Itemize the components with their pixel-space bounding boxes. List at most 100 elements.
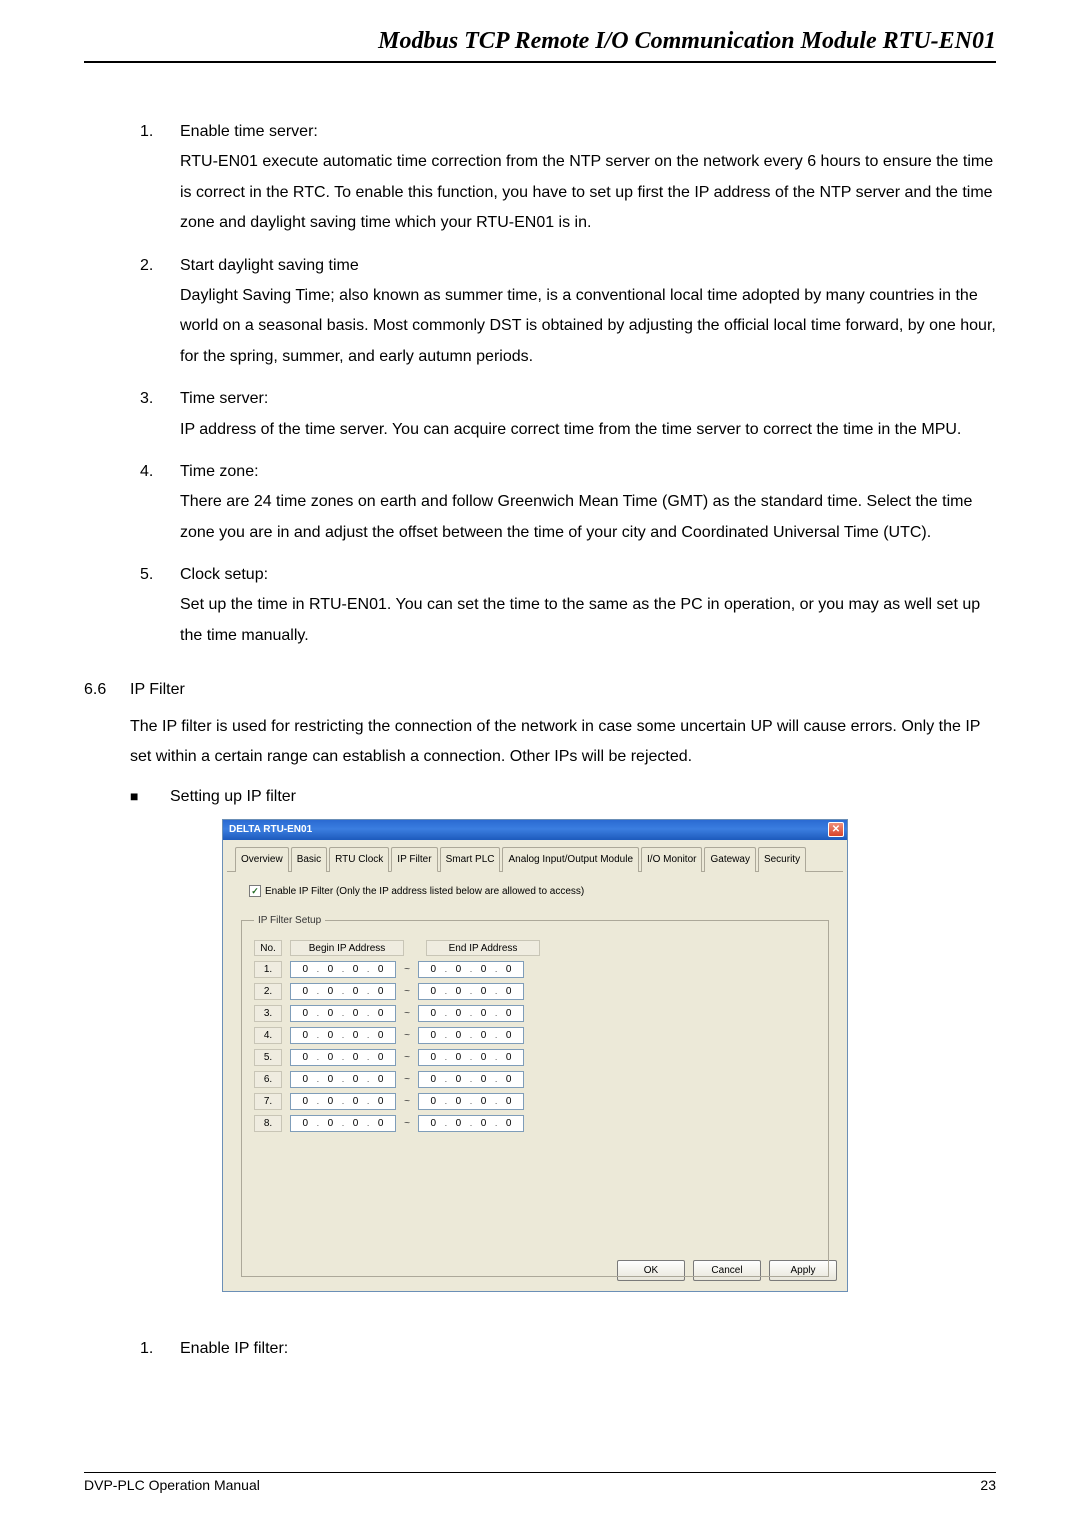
ip-octet[interactable]: 0	[321, 1114, 339, 1133]
ip-octet[interactable]: 0	[296, 960, 314, 979]
ip-octet[interactable]: 0	[347, 1004, 365, 1023]
ip-begin-field[interactable]: 0.0.0.0	[290, 1005, 396, 1022]
ip-octet[interactable]: 0	[475, 1114, 493, 1133]
dot: .	[342, 1093, 345, 1110]
tab-overview[interactable]: Overview	[235, 847, 289, 872]
ip-end-field[interactable]: 0.0.0.0	[418, 983, 524, 1000]
titlebar[interactable]: DELTA RTU-EN01 ✕	[223, 820, 847, 840]
ip-octet[interactable]: 0	[500, 960, 518, 979]
ip-octet[interactable]: 0	[296, 982, 314, 1001]
ip-octet[interactable]: 0	[347, 1092, 365, 1111]
ip-octet[interactable]: 0	[449, 1092, 467, 1111]
ip-end-field[interactable]: 0.0.0.0	[418, 1115, 524, 1132]
ip-octet[interactable]: 0	[296, 1048, 314, 1067]
ip-octet[interactable]: 0	[449, 1048, 467, 1067]
ip-begin-field[interactable]: 0.0.0.0	[290, 1093, 396, 1110]
ip-octet[interactable]: 0	[372, 1070, 390, 1089]
ip-octet[interactable]: 0	[475, 1026, 493, 1045]
ip-octet[interactable]: 0	[372, 1026, 390, 1045]
fieldset-legend: IP Filter Setup	[254, 911, 325, 930]
ip-octet[interactable]: 0	[296, 1114, 314, 1133]
ip-octet[interactable]: 0	[500, 1092, 518, 1111]
ip-end-field[interactable]: 0.0.0.0	[418, 1071, 524, 1088]
ip-octet[interactable]: 0	[372, 1048, 390, 1067]
ip-octet[interactable]: 0	[424, 1026, 442, 1045]
ip-octet[interactable]: 0	[372, 982, 390, 1001]
ip-octet[interactable]: 0	[424, 982, 442, 1001]
ip-octet[interactable]: 0	[296, 1004, 314, 1023]
ip-octet[interactable]: 0	[500, 1070, 518, 1089]
ip-octet[interactable]: 0	[424, 960, 442, 979]
bullet-text: Setting up IP filter	[170, 782, 296, 812]
ip-octet[interactable]: 0	[449, 1004, 467, 1023]
ip-octet[interactable]: 0	[296, 1092, 314, 1111]
dot: .	[495, 1005, 498, 1022]
ip-octet[interactable]: 0	[424, 1114, 442, 1133]
ip-end-field[interactable]: 0.0.0.0	[418, 1093, 524, 1110]
ip-octet[interactable]: 0	[321, 982, 339, 1001]
ip-octet[interactable]: 0	[500, 982, 518, 1001]
ip-octet[interactable]: 0	[296, 1026, 314, 1045]
ip-octet[interactable]: 0	[321, 1070, 339, 1089]
ip-end-field[interactable]: 0.0.0.0	[418, 1027, 524, 1044]
ip-octet[interactable]: 0	[449, 1026, 467, 1045]
ip-octet[interactable]: 0	[475, 1092, 493, 1111]
tab-ip-filter[interactable]: IP Filter	[391, 847, 437, 872]
ip-octet[interactable]: 0	[347, 982, 365, 1001]
ip-octet[interactable]: 0	[500, 1026, 518, 1045]
ip-end-field[interactable]: 0.0.0.0	[418, 961, 524, 978]
dot: .	[495, 1071, 498, 1088]
ip-octet[interactable]: 0	[347, 1026, 365, 1045]
list-item-number: 4.	[140, 457, 180, 548]
ip-octet[interactable]: 0	[500, 1114, 518, 1133]
tab-gateway[interactable]: Gateway	[704, 847, 755, 872]
ip-octet[interactable]: 0	[372, 1004, 390, 1023]
ip-octet[interactable]: 0	[424, 1004, 442, 1023]
ip-octet[interactable]: 0	[424, 1070, 442, 1089]
tab-analog-input-output-module[interactable]: Analog Input/Output Module	[502, 847, 639, 872]
ip-octet[interactable]: 0	[296, 1070, 314, 1089]
ip-octet[interactable]: 0	[321, 960, 339, 979]
tab-rtu-clock[interactable]: RTU Clock	[329, 847, 389, 872]
ip-octet[interactable]: 0	[347, 1070, 365, 1089]
ip-begin-field[interactable]: 0.0.0.0	[290, 961, 396, 978]
ip-octet[interactable]: 0	[321, 1048, 339, 1067]
ip-octet[interactable]: 0	[347, 1048, 365, 1067]
tab-basic[interactable]: Basic	[291, 847, 327, 872]
ip-octet[interactable]: 0	[475, 1048, 493, 1067]
ip-octet[interactable]: 0	[372, 1114, 390, 1133]
ip-octet[interactable]: 0	[321, 1092, 339, 1111]
ip-octet[interactable]: 0	[475, 960, 493, 979]
ip-octet[interactable]: 0	[475, 982, 493, 1001]
tab-security[interactable]: Security	[758, 847, 806, 872]
dot: .	[342, 983, 345, 1000]
ip-begin-field[interactable]: 0.0.0.0	[290, 1049, 396, 1066]
ip-octet[interactable]: 0	[424, 1092, 442, 1111]
enable-ip-filter-checkbox[interactable]: ✓	[249, 885, 261, 897]
ip-begin-field[interactable]: 0.0.0.0	[290, 1027, 396, 1044]
ip-begin-field[interactable]: 0.0.0.0	[290, 1115, 396, 1132]
ip-octet[interactable]: 0	[347, 1114, 365, 1133]
ip-octet[interactable]: 0	[475, 1004, 493, 1023]
ip-octet[interactable]: 0	[347, 960, 365, 979]
ip-octet[interactable]: 0	[449, 982, 467, 1001]
ip-octet[interactable]: 0	[449, 1070, 467, 1089]
ip-begin-field[interactable]: 0.0.0.0	[290, 983, 396, 1000]
ip-end-field[interactable]: 0.0.0.0	[418, 1005, 524, 1022]
ip-octet[interactable]: 0	[372, 960, 390, 979]
close-button[interactable]: ✕	[828, 822, 844, 837]
ip-octet[interactable]: 0	[449, 960, 467, 979]
ip-octet[interactable]: 0	[449, 1114, 467, 1133]
ip-octet[interactable]: 0	[321, 1004, 339, 1023]
ip-octet[interactable]: 0	[475, 1070, 493, 1089]
ip-end-field[interactable]: 0.0.0.0	[418, 1049, 524, 1066]
ip-octet[interactable]: 0	[321, 1026, 339, 1045]
ip-octet[interactable]: 0	[424, 1048, 442, 1067]
tab-i-o-monitor[interactable]: I/O Monitor	[641, 847, 702, 872]
dot: .	[495, 1027, 498, 1044]
ip-octet[interactable]: 0	[372, 1092, 390, 1111]
ip-octet[interactable]: 0	[500, 1048, 518, 1067]
ip-octet[interactable]: 0	[500, 1004, 518, 1023]
ip-begin-field[interactable]: 0.0.0.0	[290, 1071, 396, 1088]
tab-smart-plc[interactable]: Smart PLC	[440, 847, 501, 872]
